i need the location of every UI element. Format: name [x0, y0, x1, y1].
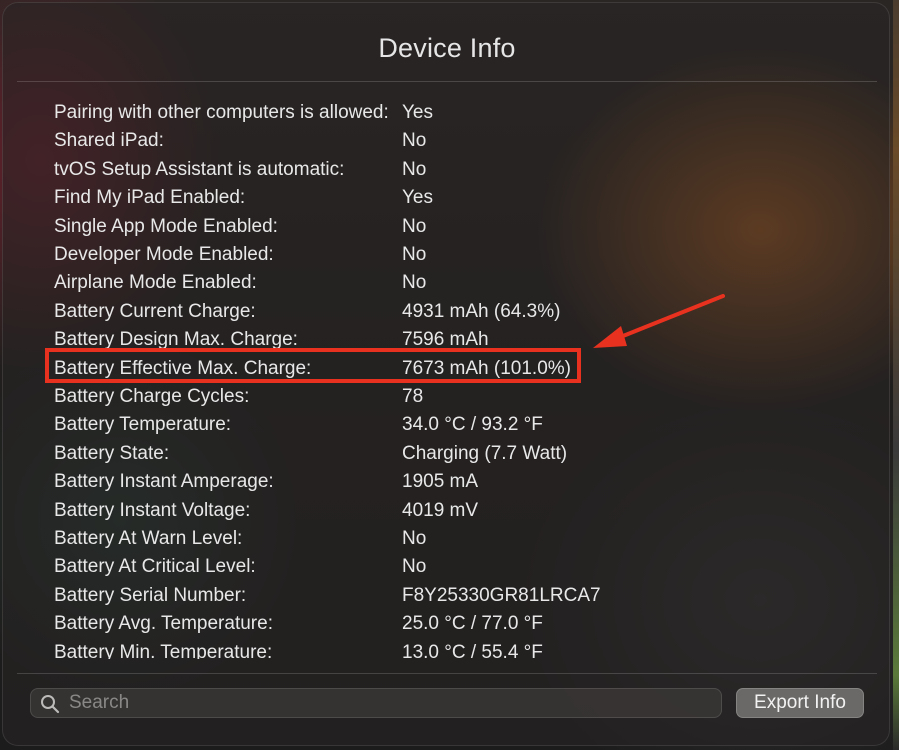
info-row-label: Battery Instant Voltage: [54, 499, 251, 521]
info-row-label: Battery At Critical Level: [54, 556, 256, 578]
background-window-edge [893, 0, 899, 750]
red-arrow-annotation [593, 294, 725, 348]
info-row-value: Charging (7.7 Watt) [402, 442, 568, 464]
info-row: Battery State: Charging (7.7 Watt) [3, 440, 889, 468]
info-row: Battery Instant Amperage: 1905 mA [3, 468, 889, 496]
info-row: Battery At Warn Level: No [3, 525, 889, 553]
info-row-label: Battery Avg. Temperature: [54, 613, 273, 635]
info-row: Battery Temperature: 34.0 °C / 93.2 °F [3, 411, 889, 439]
info-row-label: Airplane Mode Enabled: [54, 272, 257, 294]
search-field[interactable] [30, 688, 722, 718]
info-row-label: tvOS Setup Assistant is automatic: [54, 158, 345, 180]
info-row: Battery Charge Cycles: 78 [3, 383, 889, 411]
info-row-value: 13.0 °C / 55.4 °F [402, 641, 543, 659]
info-row: Shared iPad: No [3, 127, 889, 155]
window-title: Device Info [378, 33, 516, 63]
info-row-label: Shared iPad: [54, 130, 164, 152]
highlight-annotation-box [45, 348, 581, 383]
info-row: Battery Serial Number: F8Y25330GR81LRCA7 [3, 582, 889, 610]
info-row: Battery Current Charge: 4931 mAh (64.3%) [3, 298, 889, 326]
info-row: Battery Min. Temperature: 13.0 °C / 55.4 … [3, 639, 889, 659]
info-row-value: Yes [402, 187, 433, 209]
title-divider [17, 81, 877, 82]
info-row: Developer Mode Enabled: No [3, 241, 889, 269]
info-row-label: Single App Mode Enabled: [54, 215, 278, 237]
info-row-label: Battery Current Charge: [54, 300, 256, 322]
info-row-label: Pairing with other computers is allowed: [54, 102, 389, 123]
info-row-value: 78 [402, 386, 424, 407]
info-row: Single App Mode Enabled: No [3, 213, 889, 241]
info-row-label: Battery Temperature: [54, 414, 232, 436]
info-row-value: 1905 mA [402, 471, 479, 493]
magnifying-glass-icon [41, 695, 60, 714]
info-row: Battery Avg. Temperature: 25.0 °C / 77.0 … [3, 610, 889, 638]
info-row-label: Battery State: [54, 442, 170, 464]
info-row-value: 4019 mV [402, 499, 479, 521]
info-row-label: Battery Charge Cycles: [54, 386, 250, 407]
info-row-value: 4931 mAh (64.3%) [402, 300, 561, 322]
info-row: Find My iPad Enabled: Yes [3, 184, 889, 212]
search-input[interactable] [69, 690, 709, 716]
info-row-label: Battery At Warn Level: [54, 528, 243, 549]
info-row-label: Battery Instant Amperage: [54, 471, 274, 493]
info-row-label: Developer Mode Enabled: [54, 244, 274, 265]
info-row: Battery At Critical Level: No [3, 553, 889, 581]
info-row-value: No [402, 130, 427, 152]
info-row-label: Battery Serial Number: [54, 584, 247, 606]
info-row-value: 34.0 °C / 93.2 °F [402, 414, 543, 436]
info-row-value: 25.0 °C / 77.0 °F [402, 613, 543, 635]
info-row: tvOS Setup Assistant is automatic: No [3, 156, 889, 184]
info-row-label: Battery Min. Temperature: [54, 641, 273, 659]
device-info-window: Device Info Pairing with other computers… [2, 2, 890, 746]
info-row-label: Find My iPad Enabled: [54, 187, 246, 209]
info-row-value: No [402, 556, 427, 578]
info-row-value: Yes [402, 102, 433, 123]
info-row: Pairing with other computers is allowed:… [3, 99, 889, 127]
info-row-value: No [402, 244, 427, 265]
export-info-button[interactable]: Export Info [736, 688, 864, 718]
info-row-value: No [402, 215, 427, 237]
info-row-value: No [402, 158, 427, 180]
info-row: Battery Instant Voltage: 4019 mV [3, 497, 889, 525]
info-row-value: No [402, 528, 427, 549]
info-row-value: F8Y25330GR81LRCA7 [402, 584, 601, 606]
info-row-value: No [402, 272, 427, 294]
footer-divider [17, 673, 877, 674]
info-row: Airplane Mode Enabled: No [3, 269, 889, 297]
